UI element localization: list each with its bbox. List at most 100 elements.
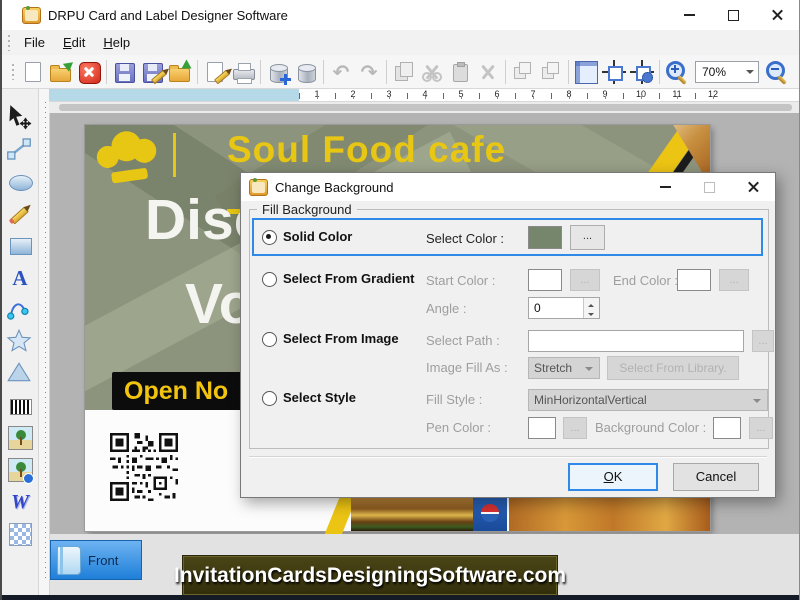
toolbar-separator	[197, 60, 198, 84]
solid-color-radio[interactable]	[262, 230, 277, 245]
select-tool-icon[interactable]	[6, 104, 34, 132]
dialog-separator	[249, 456, 767, 458]
new-document-icon[interactable]	[20, 59, 46, 85]
database-icon[interactable]	[293, 59, 319, 85]
window-title: DRPU Card and Label Designer Software	[48, 8, 288, 23]
pen-color-browse-button: ...	[563, 417, 587, 439]
app-icon	[22, 7, 41, 24]
center-object-settings-icon[interactable]	[629, 59, 655, 85]
zoom-out-icon[interactable]	[764, 59, 790, 85]
ruler-number: 5	[443, 88, 479, 101]
toolbar-grip	[11, 64, 14, 80]
background-color-label: Background Color :	[595, 420, 706, 435]
ruler-margin	[49, 88, 299, 101]
zoom-in-icon[interactable]	[664, 59, 690, 85]
solid-color-label[interactable]: Solid Color	[283, 229, 352, 244]
print-icon[interactable]	[230, 59, 256, 85]
cut-icon[interactable]	[419, 59, 445, 85]
solid-color-swatch[interactable]	[528, 226, 562, 249]
style-label[interactable]: Select Style	[283, 390, 356, 405]
dialog-title: Change Background	[275, 180, 394, 195]
undo-icon[interactable]: ↶	[328, 59, 354, 85]
toolbar-separator	[386, 60, 387, 84]
scrollbar-thumb[interactable]	[59, 104, 792, 111]
cancel-button[interactable]: Cancel	[673, 463, 759, 491]
end-color-browse-button: ...	[719, 269, 749, 291]
spinner-down-icon[interactable]	[584, 308, 599, 318]
path-input[interactable]	[528, 330, 744, 352]
toolbar-separator	[323, 60, 324, 84]
toolbar-separator	[659, 60, 660, 84]
angle-spinner[interactable]: 0	[528, 297, 600, 319]
menu-edit[interactable]: Edit	[54, 32, 94, 53]
dialog-minimize-button[interactable]	[643, 173, 687, 201]
star-tool-icon[interactable]	[6, 328, 34, 356]
paste-icon[interactable]	[447, 59, 473, 85]
fill-style-dropdown: MinHorizontalVertical	[528, 389, 768, 411]
fill-style-label: Fill Style :	[426, 392, 482, 407]
page-setup-icon[interactable]	[202, 59, 228, 85]
triangle-tool-icon[interactable]	[6, 360, 34, 388]
food-photo	[351, 498, 473, 531]
close-file-icon[interactable]	[76, 59, 102, 85]
open-file-icon[interactable]	[48, 59, 74, 85]
book-icon	[57, 546, 81, 575]
select-path-label: Select Path :	[426, 333, 500, 348]
menu-help[interactable]: Help	[94, 32, 139, 53]
close-button[interactable]	[755, 0, 799, 30]
background-color-browse-button: ...	[749, 417, 773, 439]
style-radio[interactable]	[262, 391, 277, 406]
gradient-radio[interactable]	[262, 272, 277, 287]
background-pattern-tool-icon[interactable]	[6, 520, 34, 548]
ellipse-tool-icon[interactable]	[6, 168, 34, 196]
copy-icon[interactable]	[391, 59, 417, 85]
image-label[interactable]: Select From Image	[283, 331, 399, 346]
delete-icon[interactable]	[475, 59, 501, 85]
grid-icon[interactable]	[573, 59, 599, 85]
barcode-tool-icon[interactable]	[6, 392, 34, 420]
redo-icon[interactable]: ↷	[356, 59, 382, 85]
dialog-title-bar: Change Background	[241, 173, 775, 201]
ruler-number: 6	[479, 88, 515, 101]
change-background-dialog: Change Background Fill Background Solid …	[240, 172, 776, 498]
save-as-icon[interactable]	[139, 59, 165, 85]
solid-color-browse-button[interactable]: ...	[570, 225, 605, 250]
banner-text: InvitationCardsDesigningSoftware.com	[174, 564, 566, 588]
menu-file[interactable]: File	[15, 32, 54, 53]
ok-button[interactable]: OK	[568, 463, 658, 491]
image-fill-as-label: Image Fill As :	[426, 360, 508, 375]
send-to-back-icon[interactable]	[538, 59, 564, 85]
spinner-up-icon[interactable]	[584, 298, 599, 308]
dialog-close-button[interactable]	[731, 173, 775, 201]
rectangle-tool-icon[interactable]	[6, 232, 34, 260]
image-library-tool-icon[interactable]	[6, 456, 34, 484]
gradient-label[interactable]: Select From Gradient	[283, 271, 414, 286]
start-color-swatch	[528, 269, 562, 291]
curve-tool-icon[interactable]	[6, 296, 34, 324]
image-radio[interactable]	[262, 332, 277, 347]
menu-bar: File Edit Help	[2, 30, 799, 55]
bring-to-front-icon[interactable]	[510, 59, 536, 85]
center-object-icon[interactable]	[601, 59, 627, 85]
pen-color-swatch	[528, 417, 556, 439]
pencil-tool-icon[interactable]	[6, 200, 34, 228]
text-tool-icon[interactable]: A	[6, 264, 34, 292]
image-tool-icon[interactable]	[6, 424, 34, 452]
chef-hat-logo	[94, 127, 165, 187]
dialog-icon	[249, 179, 268, 196]
maximize-button[interactable]	[711, 0, 755, 30]
front-page-tab[interactable]: Front	[50, 540, 142, 580]
horizontal-ruler: 1 2 3 4 5 6 7 8 9 10 11 12	[49, 88, 800, 101]
line-tool-icon[interactable]	[6, 136, 34, 164]
zoom-level-select[interactable]: 70%	[695, 61, 759, 83]
database-add-icon[interactable]	[265, 59, 291, 85]
start-color-browse-button: ...	[570, 269, 600, 291]
horizontal-scrollbar[interactable]	[49, 101, 800, 113]
save-icon[interactable]	[111, 59, 137, 85]
background-color-swatch	[713, 417, 741, 439]
export-file-icon[interactable]	[167, 59, 193, 85]
tool-palette: A W	[2, 88, 39, 595]
wordart-tool-icon[interactable]: W	[6, 488, 34, 516]
pen-color-label: Pen Color :	[426, 420, 491, 435]
minimize-button[interactable]	[667, 0, 711, 30]
